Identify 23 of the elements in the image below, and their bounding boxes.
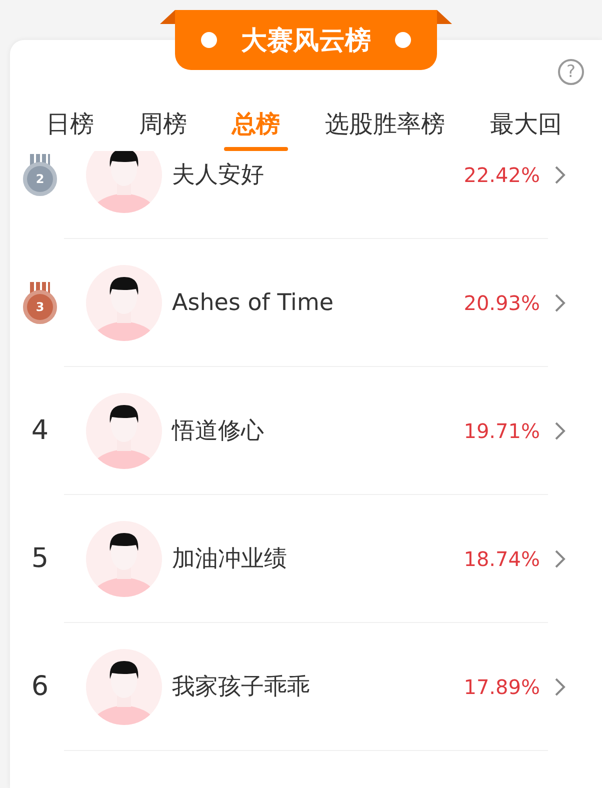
chevron-icon[interactable] [554,548,566,568]
chevron-icon[interactable] [554,164,566,184]
tab[interactable]: 周榜 [131,89,195,151]
return-rate: 19.71% [464,418,540,442]
tab[interactable]: 选股胜率榜 [317,89,453,151]
tab[interactable]: 最大回 [482,89,570,151]
return-rate: 20.93% [464,290,540,314]
rank-number: 4 [31,415,49,446]
rank-number: 5 [31,543,49,574]
title-banner: 大赛风云榜 [175,10,437,70]
return-rate: 18.74% [464,546,540,570]
chevron-icon[interactable] [554,420,566,440]
user-name: 夫人安好 [172,161,265,190]
return-rate: 22.42% [464,162,540,186]
user-name: 悟道修心 [172,417,265,446]
chevron-icon[interactable] [554,292,566,312]
user-name: 我家孩子乖乖 [172,673,311,702]
rank-number: 6 [31,671,49,702]
return-rate: 17.89% [464,674,540,698]
chevron-icon[interactable] [554,676,566,696]
user-name: Ashes of Time [172,290,335,316]
tab[interactable]: 日榜 [38,89,102,151]
user-name: 加油冲业绩 [172,545,288,574]
